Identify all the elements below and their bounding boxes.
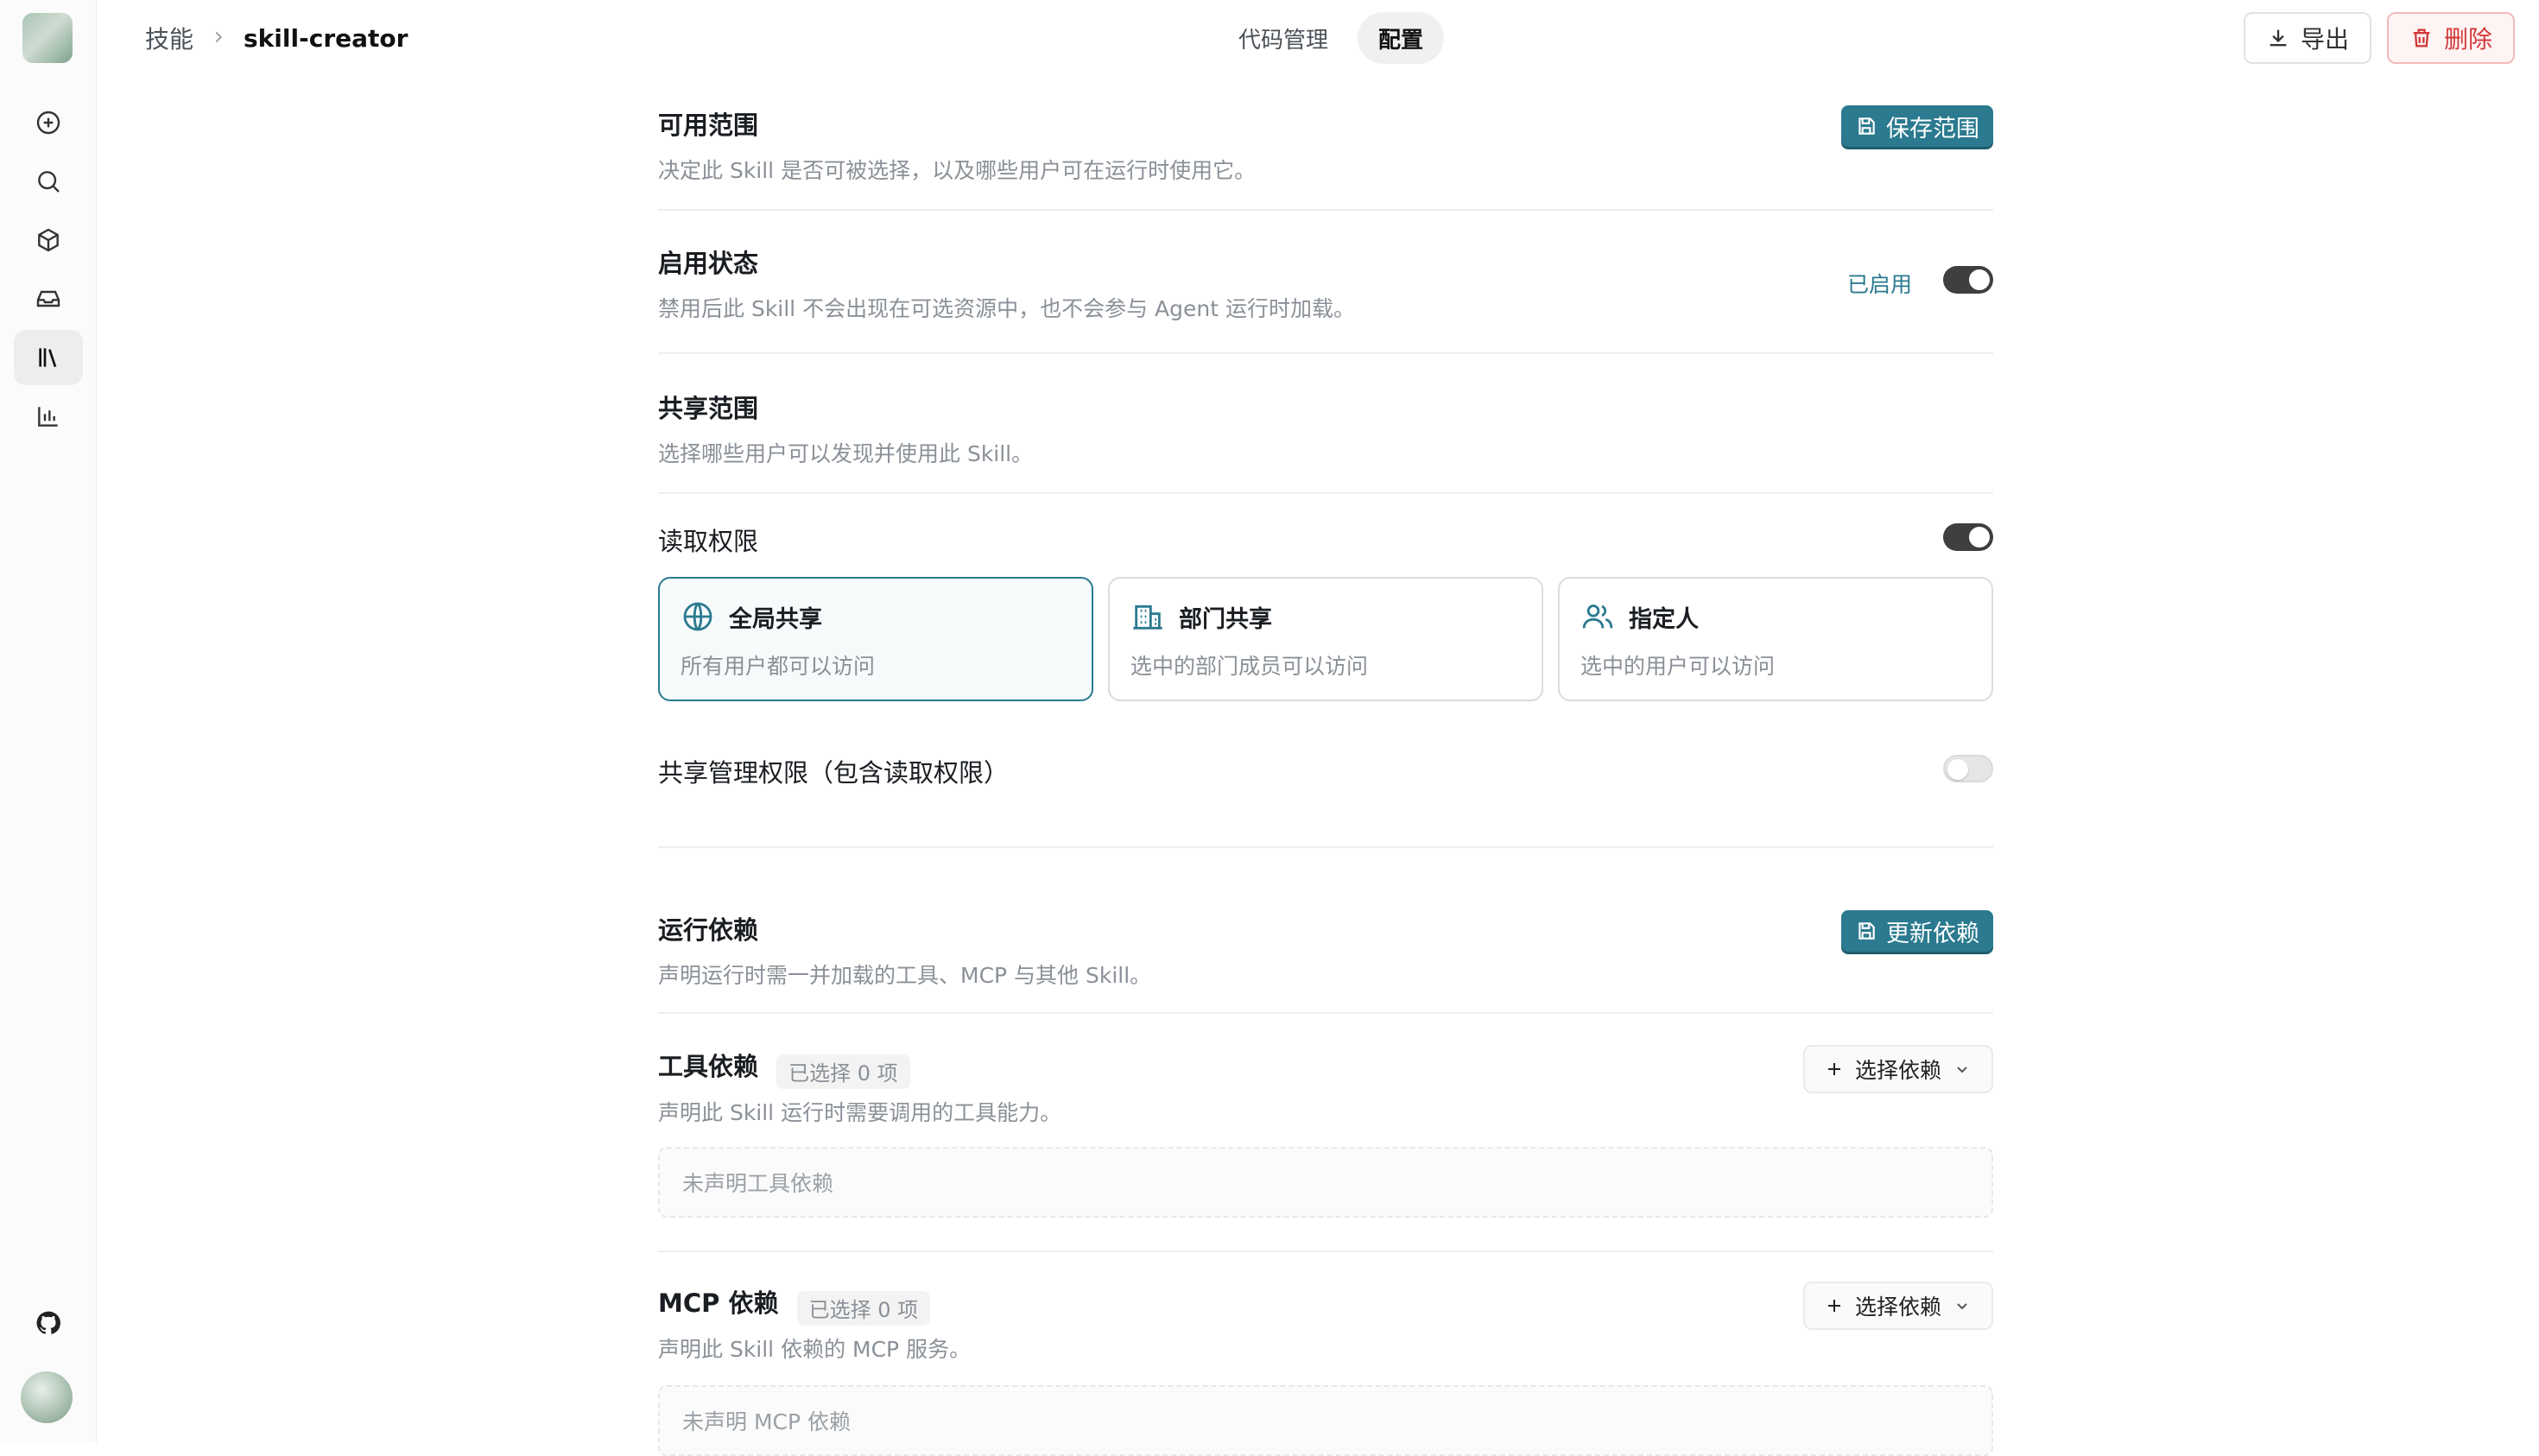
search-button[interactable] [14,154,83,209]
delete-label: 删除 [2443,25,2492,54]
divider [658,492,1993,494]
select-tool-dependency-button[interactable]: 选择依赖 [1802,1045,1993,1093]
divider [658,352,1993,354]
chevron-down-icon [1957,1067,1967,1073]
save-scope-button[interactable]: 保存范围 [1841,105,1993,147]
globe-icon [683,602,712,631]
share-option-desc: 选中的部门成员可以访问 [1130,654,1369,679]
plus-circle-icon [36,111,60,135]
read-permission-title: 读取权限 [658,527,759,556]
tab-code-management[interactable]: 代码管理 [1218,12,1349,64]
breadcrumb: 技能 skill-creator [145,19,408,57]
tool-count-badge: 已选择 0 项 [776,1054,910,1089]
sidebar [0,0,97,1442]
read-permission-toggle[interactable] [1943,523,1993,551]
tool-dependencies-title: 工具依赖 [658,1052,759,1081]
plus-icon [1827,1063,1840,1075]
app-logo[interactable] [22,13,73,63]
availability-title: 可用范围 [658,111,759,140]
select-mcp-dependency-button[interactable]: 选择依赖 [1802,1282,1993,1330]
top-actions: 导出 删除 [2243,12,2515,64]
divider [658,209,1993,211]
delete-button[interactable]: 删除 [2386,12,2515,64]
mcp-dependencies-empty: 未声明 MCP 依赖 [658,1385,1993,1456]
dependencies-section: 运行依赖 声明运行时需一并加载的工具、MCP 与其他 Skill。 更新依赖 [658,910,1993,990]
view-tabs: 代码管理 配置 [1218,12,1445,64]
plus-icon [1827,1300,1840,1312]
breadcrumb-current: skill-creator [244,23,408,53]
tool-dependencies-desc: 声明此 Skill 运行时需要调用的工具能力。 [658,1099,1062,1125]
mcp-dependencies-title: MCP 依赖 [658,1288,779,1318]
share-desc: 选择哪些用户可以发现并使用此 Skill。 [658,441,1034,466]
enable-title: 启用状态 [658,249,759,278]
enable-toggle[interactable] [1943,266,1993,294]
tab-config[interactable]: 配置 [1358,12,1445,64]
share-option-global[interactable]: 全局共享 所有用户都可以访问 [658,577,1093,701]
mcp-dependencies-desc: 声明此 Skill 依赖的 MCP 服务。 [658,1336,972,1362]
update-dependencies-label: 更新依赖 [1886,920,1979,947]
toggle-knob [1969,269,1990,290]
divider [658,1012,1993,1014]
manage-permission-row: 共享管理权限（包含读取权限） [658,753,1993,789]
toggle-knob [1969,527,1990,548]
read-permission-row: 读取权限 [658,522,1993,558]
save-scope-label: 保存范围 [1886,115,1979,142]
dependencies-title: 运行依赖 [658,915,759,945]
trash-icon [2413,28,2430,47]
chevron-right-icon [209,24,228,53]
chevron-down-icon [1957,1303,1967,1310]
manage-permission-toggle[interactable] [1943,755,1993,782]
divider [658,846,1993,848]
update-dependencies-button[interactable]: 更新依赖 [1841,910,1993,952]
select-dependency-label: 选择依赖 [1854,1058,1941,1083]
inbox-button[interactable] [14,271,83,326]
availability-desc: 决定此 Skill 是否可被选择，以及哪些用户可在运行时使用它。 [658,158,1257,183]
share-option-specific-users[interactable]: 指定人 选中的用户可以访问 [1558,577,1993,701]
stats-button[interactable] [14,389,83,444]
toggle-knob [1947,759,1968,780]
cube-button[interactable] [14,212,83,268]
tool-dependencies-empty: 未声明工具依赖 [658,1147,1993,1218]
new-chat-button[interactable] [14,95,83,150]
share-option-title: 全局共享 [729,605,822,633]
share-option-desc: 所有用户都可以访问 [681,654,876,679]
availability-section: 可用范围 决定此 Skill 是否可被选择，以及哪些用户可在运行时使用它。 保存… [658,105,1993,185]
user-avatar[interactable] [21,1371,73,1423]
share-section: 共享范围 选择哪些用户可以发现并使用此 Skill。 [658,389,1993,468]
github-icon [36,1311,60,1334]
enable-section: 启用状态 禁用后此 Skill 不会出现在可选资源中，也不会参与 Agent 运… [658,244,1993,323]
export-label: 导出 [2300,25,2349,54]
enable-desc: 禁用后此 Skill 不会出现在可选资源中，也不会参与 Agent 运行时加载。 [658,296,1355,321]
search-icon [38,171,60,193]
share-option-department[interactable]: 部门共享 选中的部门成员可以访问 [1108,577,1543,701]
breadcrumb-root-link[interactable]: 技能 [145,21,193,55]
manage-permission-title: 共享管理权限（包含读取权限） [658,758,1010,788]
github-button[interactable] [14,1295,83,1351]
dependencies-desc: 声明运行时需一并加载的工具、MCP 与其他 Skill。 [658,963,1152,988]
save-icon [1858,922,1875,940]
library-icon [39,348,57,368]
divider [658,1250,1993,1252]
save-icon [1858,117,1875,135]
mcp-dependencies: MCP 依赖 已选择 0 项 声明此 Skill 依赖的 MCP 服务。 选择依… [658,1282,1993,1364]
chart-icon [38,407,58,427]
export-button[interactable]: 导出 [2243,12,2371,64]
share-title: 共享范围 [658,394,759,423]
cube-icon [38,228,59,252]
download-icon [2270,29,2287,47]
tool-dependencies: 工具依赖 已选择 0 项 声明此 Skill 运行时需要调用的工具能力。 选择依… [658,1045,1993,1127]
share-option-desc: 选中的用户可以访问 [1580,654,1776,679]
share-option-title: 部门共享 [1179,605,1272,633]
inbox-icon [36,290,60,307]
users-icon [1582,605,1613,629]
mcp-count-badge: 已选择 0 项 [796,1290,931,1326]
enable-status: 已启用 [1846,272,1912,297]
share-option-title: 指定人 [1629,605,1699,633]
skills-library-button[interactable] [14,330,83,385]
select-dependency-label: 选择依赖 [1854,1295,1941,1320]
building-icon [1133,605,1162,630]
